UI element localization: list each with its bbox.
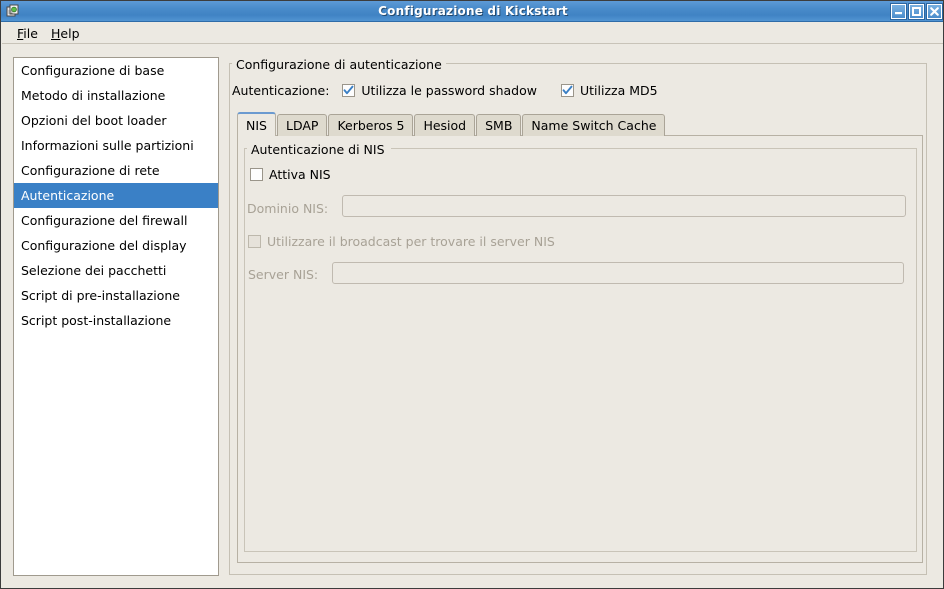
title-bar: Configurazione di Kickstart bbox=[1, 1, 943, 22]
nis-domain-input[interactable] bbox=[342, 195, 906, 217]
window-title: Configurazione di Kickstart bbox=[378, 4, 568, 18]
shadow-password-checkbox-group[interactable]: Utilizza le password shadow bbox=[342, 83, 537, 98]
tab-name-switch-cache[interactable]: Name Switch Cache bbox=[522, 114, 666, 136]
menu-help-rest: elp bbox=[60, 26, 80, 41]
window-controls bbox=[891, 4, 942, 19]
navigation-list[interactable]: Configurazione di base Metodo di install… bbox=[13, 57, 219, 576]
menu-file-rest: ile bbox=[23, 26, 38, 41]
authentication-groupbox-legend: Configurazione di autenticazione bbox=[232, 57, 446, 72]
kickstart-configurator-window: Configurazione di Kickstart File Help Co… bbox=[0, 0, 944, 589]
authentication-options-row: Autenticazione: Utilizza le password sha… bbox=[232, 82, 682, 98]
authentication-label: Autenticazione: bbox=[232, 82, 330, 98]
sidebar-item-opzioni-del-boot-loader[interactable]: Opzioni del boot loader bbox=[14, 108, 218, 133]
tab-kerberos-5[interactable]: Kerberos 5 bbox=[328, 114, 414, 136]
enable-nis-checkbox[interactable] bbox=[250, 168, 263, 181]
nis-server-input[interactable] bbox=[332, 262, 904, 284]
menu-bar: File Help bbox=[2, 23, 943, 44]
enable-nis-label: Attiva NIS bbox=[269, 167, 331, 182]
sidebar-item-configurazione-di-base[interactable]: Configurazione di base bbox=[14, 58, 218, 83]
nis-authentication-legend: Autenticazione di NIS bbox=[247, 142, 389, 157]
md5-label: Utilizza MD5 bbox=[580, 82, 658, 98]
menu-file[interactable]: File bbox=[10, 25, 45, 42]
tab-ldap[interactable]: LDAP bbox=[276, 114, 328, 136]
minimize-button[interactable] bbox=[891, 4, 906, 19]
maximize-button[interactable] bbox=[909, 4, 924, 19]
sidebar-item-metodo-di-installazione[interactable]: Metodo di installazione bbox=[14, 83, 218, 108]
nis-broadcast-label: Utilizzare il broadcast per trovare il s… bbox=[267, 234, 555, 249]
sidebar-item-selezione-dei-pacchetti[interactable]: Selezione dei pacchetti bbox=[14, 258, 218, 283]
tab-nis[interactable]: NIS bbox=[237, 112, 276, 136]
shadow-password-checkbox[interactable] bbox=[342, 83, 356, 97]
sidebar-item-configurazione-del-display[interactable]: Configurazione del display bbox=[14, 233, 218, 258]
menu-help-mnemonic: H bbox=[51, 26, 61, 41]
tab-hesiod[interactable]: Hesiod bbox=[414, 114, 476, 136]
close-button[interactable] bbox=[927, 4, 942, 19]
md5-checkbox[interactable] bbox=[561, 83, 574, 97]
nis-server-label: Server NIS: bbox=[248, 267, 319, 282]
sidebar-item-configurazione-di-rete[interactable]: Configurazione di rete bbox=[14, 158, 218, 183]
shadow-password-label: Utilizza le password shadow bbox=[361, 82, 537, 98]
enable-nis-checkbox-group[interactable]: Attiva NIS bbox=[250, 167, 331, 182]
nis-broadcast-checkbox[interactable] bbox=[248, 235, 261, 248]
tab-smb[interactable]: SMB bbox=[476, 114, 522, 136]
menu-help[interactable]: Help bbox=[44, 25, 87, 42]
sidebar-item-configurazione-del-firewall[interactable]: Configurazione del firewall bbox=[14, 208, 218, 233]
md5-checkbox-group[interactable]: Utilizza MD5 bbox=[561, 83, 658, 98]
sidebar-item-autenticazione[interactable]: Autenticazione bbox=[14, 183, 218, 208]
sidebar-item-script-di-pre-installazione[interactable]: Script di pre-installazione bbox=[14, 283, 218, 308]
nis-broadcast-checkbox-group[interactable]: Utilizzare il broadcast per trovare il s… bbox=[248, 234, 555, 249]
sidebar-item-script-post-installazione[interactable]: Script post-installazione bbox=[14, 308, 218, 333]
sidebar-item-informazioni-sulle-partizioni[interactable]: Informazioni sulle partizioni bbox=[14, 133, 218, 158]
nis-domain-label: Dominio NIS: bbox=[247, 201, 329, 216]
kickstart-icon bbox=[6, 4, 21, 19]
authentication-tabs[interactable]: NIS LDAP Kerberos 5 Hesiod SMB Name Swit… bbox=[237, 112, 666, 136]
